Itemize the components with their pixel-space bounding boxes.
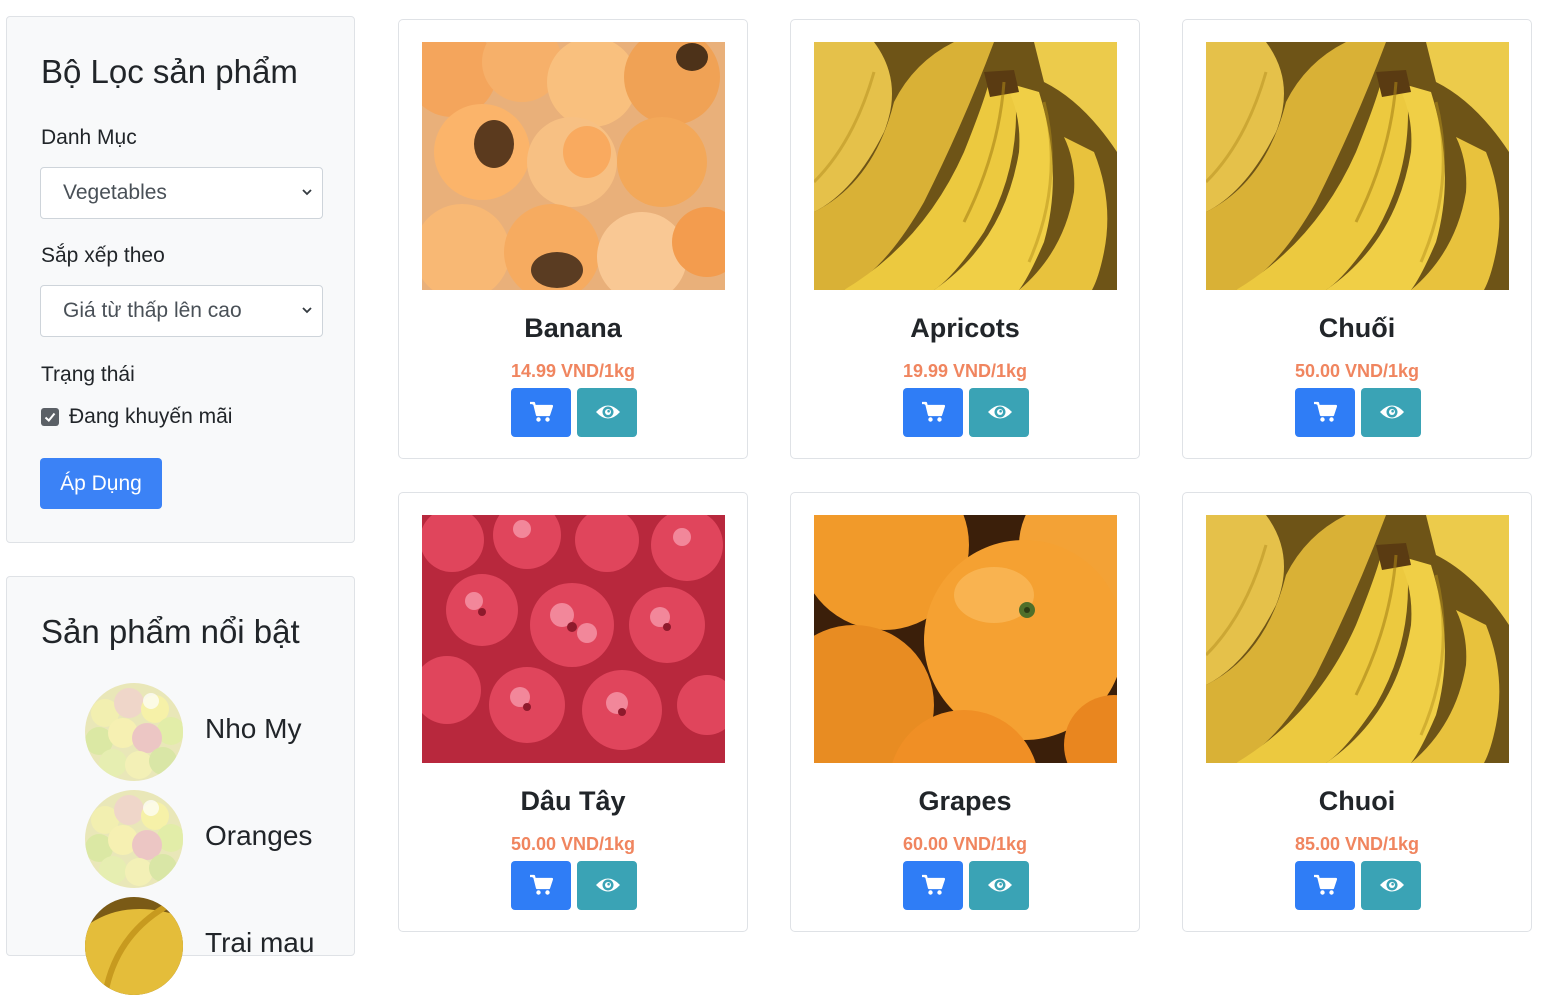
sort-label: Sắp xếp theo <box>41 244 165 267</box>
filter-title: Bộ Lọc sản phẩm <box>41 53 298 90</box>
featured-item-image <box>85 683 183 781</box>
banana-image <box>814 42 1117 290</box>
product-card: Chuối 50.00 VND/1kg <box>1182 19 1532 459</box>
view-product-button[interactable] <box>1361 388 1421 437</box>
product-image[interactable] <box>814 515 1117 763</box>
view-product-button[interactable] <box>577 861 637 910</box>
add-to-cart-button[interactable] <box>1295 861 1355 910</box>
product-card: Apricots 19.99 VND/1kg <box>790 19 1140 459</box>
product-price: 19.99 VND/1kg <box>902 361 1028 381</box>
sort-select[interactable]: Giá từ thấp lên cao <box>40 285 323 337</box>
product-name: Grapes <box>918 786 1012 816</box>
grapes-image <box>85 790 183 888</box>
banana-image <box>85 897 183 995</box>
cart-icon <box>1314 874 1337 895</box>
eye-icon <box>596 405 620 419</box>
featured-item-image <box>85 790 183 888</box>
view-product-button[interactable] <box>969 388 1029 437</box>
apricots-image <box>422 42 725 290</box>
oranges-image <box>814 515 1117 763</box>
cart-icon <box>530 874 553 895</box>
product-card: Grapes 60.00 VND/1kg <box>790 492 1140 932</box>
category-select[interactable]: Vegetables <box>40 167 323 219</box>
featured-item-name: Oranges <box>205 820 313 851</box>
category-label: Danh Mục <box>41 126 137 149</box>
cart-icon <box>530 401 553 422</box>
product-image[interactable] <box>422 515 725 763</box>
add-to-cart-button[interactable] <box>1295 388 1355 437</box>
product-price: 60.00 VND/1kg <box>902 834 1028 854</box>
featured-item[interactable]: Oranges <box>85 790 345 888</box>
eye-icon <box>988 878 1012 892</box>
featured-item-name: Nho My <box>205 713 302 744</box>
product-name: Chuoi <box>1318 786 1396 816</box>
sort-select-value: Giá từ thấp lên cao <box>63 299 242 322</box>
banana-image <box>1206 515 1509 763</box>
product-image[interactable] <box>1206 515 1509 763</box>
status-label: Trạng thái <box>41 363 135 386</box>
product-name: Apricots <box>910 313 1020 343</box>
featured-item-name: Trai mau <box>205 927 315 958</box>
product-image[interactable] <box>422 42 725 290</box>
promo-checkbox[interactable] <box>41 408 59 426</box>
product-name: Banana <box>524 313 622 343</box>
cart-icon <box>922 874 945 895</box>
raspberries-image <box>422 515 725 763</box>
product-card: Chuoi 85.00 VND/1kg <box>1182 492 1532 932</box>
product-price: 50.00 VND/1kg <box>510 834 636 854</box>
grapes-image <box>85 683 183 781</box>
view-product-button[interactable] <box>577 388 637 437</box>
add-to-cart-button[interactable] <box>903 388 963 437</box>
featured-item-image <box>85 897 183 995</box>
category-select-value: Vegetables <box>63 181 167 204</box>
featured-title: Sản phẩm nổi bật <box>41 613 300 650</box>
product-image[interactable] <box>1206 42 1509 290</box>
eye-icon <box>596 878 620 892</box>
product-name: Chuối <box>1318 313 1396 343</box>
view-product-button[interactable] <box>969 861 1029 910</box>
product-card: Banana 14.99 VND/1kg <box>398 19 748 459</box>
featured-item[interactable]: Nho My <box>85 683 345 781</box>
cart-icon <box>922 401 945 422</box>
view-product-button[interactable] <box>1361 861 1421 910</box>
add-to-cart-button[interactable] <box>903 861 963 910</box>
product-price: 14.99 VND/1kg <box>510 361 636 381</box>
product-image[interactable] <box>814 42 1117 290</box>
filter-panel: Bộ Lọc sản phẩm Danh Mục Vegetables Sắp … <box>6 16 355 543</box>
banana-image <box>1206 42 1509 290</box>
product-price: 85.00 VND/1kg <box>1294 834 1420 854</box>
apply-button[interactable]: Áp Dụng <box>40 458 162 509</box>
product-name: Dâu Tây <box>520 786 626 816</box>
eye-icon <box>1380 405 1404 419</box>
featured-item[interactable]: Trai mau <box>85 897 345 995</box>
product-price: 50.00 VND/1kg <box>1294 361 1420 381</box>
promo-checkbox-label: Đang khuyến mãi <box>69 405 233 428</box>
cart-icon <box>1314 401 1337 422</box>
add-to-cart-button[interactable] <box>511 388 571 437</box>
eye-icon <box>1380 878 1404 892</box>
add-to-cart-button[interactable] <box>511 861 571 910</box>
chevron-down-icon <box>302 307 312 314</box>
eye-icon <box>988 405 1012 419</box>
product-card: Dâu Tây 50.00 VND/1kg <box>398 492 748 932</box>
check-icon <box>44 412 56 422</box>
chevron-down-icon <box>302 189 312 196</box>
featured-panel: Sản phẩm nổi bật Nho My Oranges Trai mau <box>6 576 355 995</box>
